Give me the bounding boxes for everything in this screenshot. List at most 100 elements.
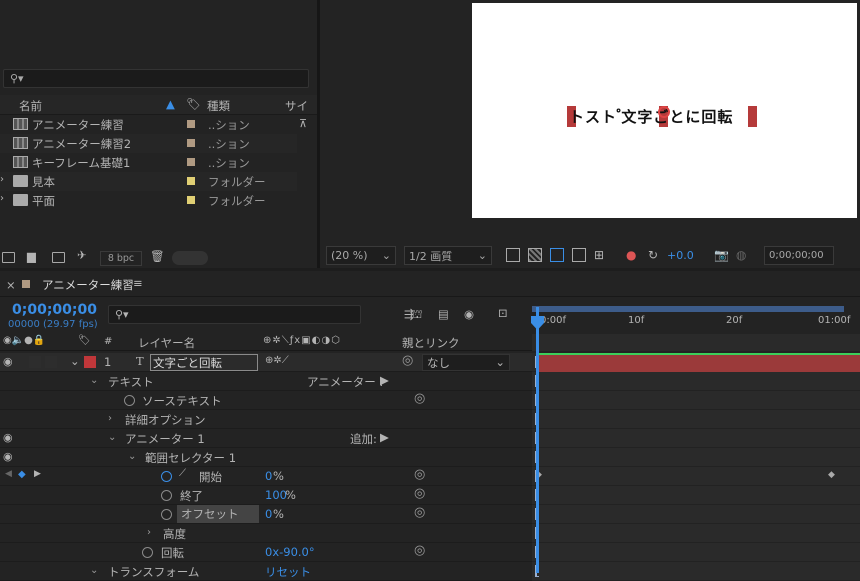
label-color-chip[interactable] <box>187 196 195 204</box>
close-icon[interactable]: × <box>6 278 16 292</box>
lock-switch[interactable] <box>45 356 57 368</box>
chevron-right-icon[interactable]: › <box>147 527 151 538</box>
property-track[interactable] <box>532 391 860 410</box>
interpret-footage-icon[interactable] <box>2 252 15 263</box>
property-row[interactable]: › 詳細オプション <box>0 410 860 429</box>
sort-up-icon[interactable]: ▲ <box>166 97 175 111</box>
snapshot-region-icon[interactable] <box>506 248 520 262</box>
eye-icon[interactable]: ◉ <box>3 355 13 368</box>
layer-duration-bar[interactable] <box>537 353 860 372</box>
property-track[interactable] <box>532 486 860 505</box>
label-color-chip[interactable] <box>187 158 195 166</box>
label-color-chip[interactable] <box>187 177 195 185</box>
property-row[interactable]: ⌄ テキスト アニメーター : ▶ <box>0 372 860 391</box>
label-color-chip[interactable] <box>187 120 195 128</box>
chevron-right-icon[interactable]: › <box>0 193 4 204</box>
chevron-down-icon[interactable]: ⌄ <box>90 375 98 386</box>
new-comp-icon[interactable] <box>52 252 65 263</box>
timeline-tab[interactable]: アニメーター練習 <box>42 277 134 293</box>
range-selector[interactable]: 範囲セレクター 1 <box>145 450 236 466</box>
keyframe-add-icon[interactable]: ◆ <box>18 469 26 480</box>
keyframe-icon[interactable]: ◆ <box>828 470 835 480</box>
animator-menu[interactable]: アニメーター : <box>307 374 383 390</box>
parent-select[interactable]: なし ⌄ <box>422 354 510 371</box>
project-item[interactable]: › 見本 フォルダー <box>0 172 297 191</box>
exposure-reset-icon[interactable]: ↻ <box>648 248 662 262</box>
render-icon[interactable]: ✈ <box>77 248 87 262</box>
property-track[interactable] <box>532 429 860 448</box>
anchor-point-icon[interactable] <box>658 106 670 118</box>
pickwhip-icon[interactable]: ◎ <box>414 467 425 482</box>
offset-value[interactable]: 0 <box>265 507 272 521</box>
layer-switches[interactable]: ⊕✲⟋ <box>265 355 289 366</box>
offset-label[interactable]: オフセット <box>177 505 259 523</box>
chevron-down-icon[interactable]: ⌄ <box>70 354 80 368</box>
layer-label-chip[interactable] <box>84 356 96 368</box>
col-layer-name[interactable]: レイヤー名 <box>138 335 195 351</box>
stopwatch-icon[interactable] <box>161 490 172 501</box>
play-icon[interactable]: ▶ <box>380 373 389 387</box>
chevron-down-icon[interactable]: ⌄ <box>128 451 136 462</box>
zoom-select[interactable]: (20 %) ⌄ <box>326 246 396 265</box>
prev-key-icon[interactable]: ◀ <box>5 469 12 479</box>
project-item[interactable]: キーフレーム基礎1 ..ション <box>0 153 297 172</box>
new-folder-icon[interactable]: ▆ <box>27 249 36 263</box>
stopwatch-icon[interactable] <box>161 509 172 520</box>
work-area-bar[interactable] <box>532 306 844 312</box>
bpc-button[interactable]: 8 bpc <box>100 251 142 266</box>
timeline-search-input[interactable]: ⚲▾ <box>108 305 361 324</box>
property-track[interactable] <box>532 505 860 524</box>
next-key-icon[interactable]: ▶ <box>34 469 41 479</box>
chevron-right-icon[interactable]: › <box>0 174 4 185</box>
motion-blur-icon[interactable]: ⊡ <box>498 306 508 320</box>
project-item[interactable]: アニメーター練習 ..ション <box>0 115 297 134</box>
property-track[interactable] <box>532 410 860 429</box>
eye-icon[interactable]: ◉ <box>3 450 13 463</box>
col-type[interactable]: 種類 <box>207 98 230 114</box>
solo-switch[interactable] <box>29 356 41 368</box>
menu-icon[interactable]: ≡ <box>133 276 143 290</box>
pickwhip-icon[interactable]: ◎ <box>402 353 413 368</box>
property-track[interactable] <box>532 524 860 543</box>
eye-icon[interactable]: ◉ <box>3 431 13 444</box>
color-channels-icon[interactable]: ● <box>626 248 640 262</box>
chevron-right-icon[interactable]: › <box>108 413 112 424</box>
flowchart-icon[interactable]: ⊼ <box>299 117 307 130</box>
chevron-down-icon[interactable]: ⌄ <box>90 565 98 576</box>
layer-row[interactable]: ◉ ⌄ 1 T 文字ごと回転 ⊕✲⟋ ◎ なし ⌄ <box>0 353 860 372</box>
frame-blend-icon[interactable]: ◉ <box>464 307 474 321</box>
hide-shy-icon[interactable]: ▤ <box>438 307 449 321</box>
project-search-input[interactable]: ⚲▾ <box>3 69 309 88</box>
col-parent[interactable]: 親とリンク <box>402 335 460 351</box>
transform-reset[interactable]: リセット <box>265 564 311 580</box>
animator-1[interactable]: アニメーター 1 <box>125 431 205 447</box>
layer-name[interactable]: 文字ごと回転 <box>150 354 258 371</box>
exposure-value[interactable]: +0.0 <box>667 249 694 262</box>
property-row[interactable]: オフセット 0% ◎ <box>0 505 860 524</box>
property-track[interactable] <box>532 448 860 467</box>
stopwatch-icon[interactable] <box>142 547 153 558</box>
stopwatch-active-icon[interactable] <box>161 471 172 482</box>
camera-icon[interactable]: 📷 <box>714 248 729 262</box>
time-ruler[interactable]: 0:00f 10f 20f 01:00f <box>532 304 860 330</box>
timeline-timecode[interactable]: 0;00;00;00 <box>12 302 97 318</box>
property-track[interactable] <box>532 543 860 562</box>
property-row[interactable]: ◀◆▶⟋開始0%◎◆◆ <box>0 467 860 486</box>
pickwhip-icon[interactable]: ◎ <box>414 486 425 501</box>
start-value[interactable]: 0 <box>265 469 272 483</box>
grid-icon[interactable]: ⊞ <box>594 248 608 262</box>
viewer-timecode[interactable]: 0;00;00;00 <box>764 246 834 265</box>
property-row[interactable]: ソーステキスト ◎ <box>0 391 860 410</box>
col-name[interactable]: 名前 <box>19 98 42 114</box>
chevron-down-icon[interactable]: ⌄ <box>108 432 116 443</box>
property-row[interactable]: 終了 100% ◎ <box>0 486 860 505</box>
thumbnail-slider[interactable] <box>172 251 208 265</box>
end-value[interactable]: 100 <box>265 488 287 502</box>
pickwhip-icon[interactable]: ◎ <box>414 505 425 520</box>
transparency-grid-icon[interactable] <box>528 248 542 262</box>
add-menu[interactable]: 追加: <box>350 431 377 447</box>
playhead[interactable] <box>536 307 539 573</box>
label-tag-icon[interactable]: 🏷 <box>186 97 201 111</box>
guides-icon[interactable] <box>572 248 586 262</box>
mask-visibility-icon[interactable] <box>550 248 564 262</box>
